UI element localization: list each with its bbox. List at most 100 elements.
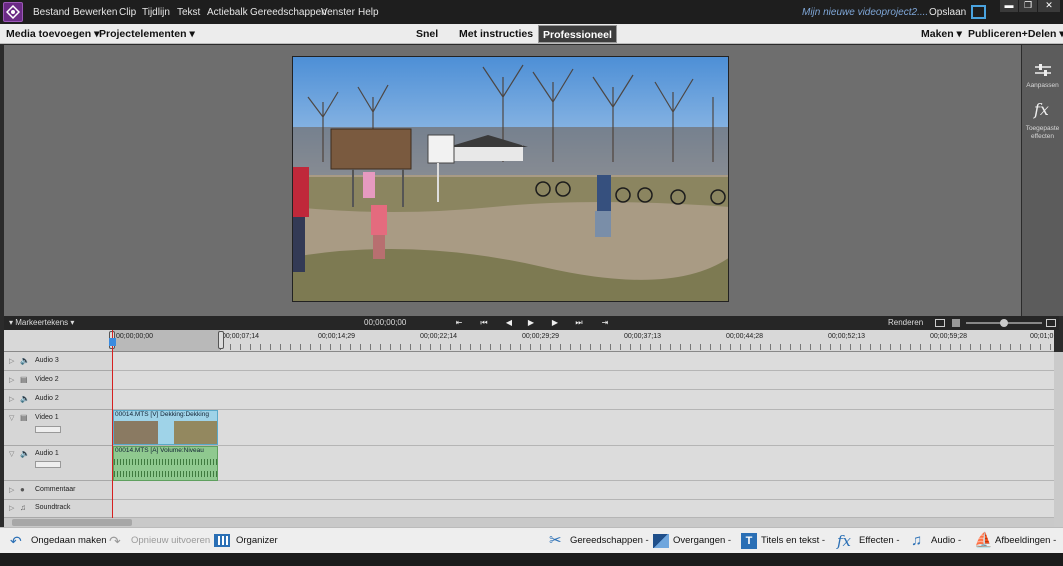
effects-label: Effecten bbox=[859, 535, 894, 546]
microphone-icon: ● bbox=[20, 485, 25, 494]
zoom-slider-handle[interactable] bbox=[1000, 319, 1008, 327]
mode-bar: Media toevoegen ▾ Projectelementen ▾ Sne… bbox=[0, 24, 1063, 44]
playhead[interactable] bbox=[112, 330, 113, 518]
zoom-out-icon[interactable] bbox=[952, 319, 960, 327]
effects-button[interactable]: Effecten - bbox=[859, 535, 900, 546]
track-header-audio-1[interactable]: ▽ 🔈 Audio 1 bbox=[4, 446, 112, 481]
track-video-1[interactable] bbox=[112, 410, 1054, 446]
organizer-icon[interactable] bbox=[214, 534, 230, 547]
track-name: Audio 1 bbox=[35, 450, 59, 457]
menu-file[interactable]: Bestand bbox=[33, 7, 70, 18]
markers-menu[interactable]: ▾ Markeertekens ▾ bbox=[9, 318, 74, 327]
expand-triangle-icon[interactable]: ▷ bbox=[9, 504, 14, 512]
keyframe-nav[interactable] bbox=[35, 426, 61, 433]
collapse-triangle-icon[interactable]: ▽ bbox=[9, 414, 14, 422]
track-header-video-2[interactable]: ▷ ▤ Video 2 bbox=[4, 371, 112, 390]
track-header-narration[interactable]: ▷ ● Commentaar bbox=[4, 481, 112, 500]
publish-share-menu[interactable]: Publiceren+Delen ▾ bbox=[968, 28, 1063, 40]
tab-quick[interactable]: Snel bbox=[416, 28, 438, 40]
fullscreen-icon[interactable] bbox=[971, 5, 986, 19]
transitions-button[interactable]: Overgangen - bbox=[673, 535, 731, 546]
track-video-2[interactable] bbox=[112, 371, 1054, 390]
track-audio-3[interactable] bbox=[112, 352, 1054, 371]
menu-text[interactable]: Tekst bbox=[177, 7, 200, 18]
expand-triangle-icon[interactable]: ▷ bbox=[9, 395, 14, 403]
minimize-button[interactable]: ▬ bbox=[1000, 0, 1018, 12]
track-audio-1[interactable] bbox=[112, 446, 1054, 481]
step-back-icon[interactable]: ◀ bbox=[503, 318, 515, 328]
tab-guided[interactable]: Met instructies bbox=[459, 28, 533, 40]
undo-button[interactable]: Ongedaan maken bbox=[31, 535, 107, 546]
undo-icon[interactable]: ↶ bbox=[10, 533, 26, 549]
track-narration[interactable] bbox=[112, 481, 1054, 500]
close-button[interactable]: ✕ bbox=[1038, 0, 1060, 12]
skip-back-icon[interactable]: ⏮ bbox=[478, 318, 490, 328]
graphics-button[interactable]: Afbeeldingen - bbox=[995, 535, 1056, 546]
scrollbar-thumb[interactable] bbox=[12, 519, 132, 526]
titles-icon[interactable]: T bbox=[741, 533, 757, 549]
menu-edit[interactable]: Bewerken bbox=[73, 7, 117, 18]
timeline-horizontal-scrollbar[interactable] bbox=[4, 518, 1054, 527]
create-menu[interactable]: Maken ▾ bbox=[921, 28, 962, 40]
graphics-icon[interactable]: ⛵ bbox=[974, 533, 993, 549]
save-button[interactable]: Opslaan bbox=[929, 7, 966, 18]
go-to-in-icon[interactable]: ⇤ bbox=[453, 318, 465, 328]
menu-help[interactable]: Help bbox=[358, 7, 379, 18]
timecode-display[interactable]: 00;00;00;00 bbox=[364, 318, 406, 327]
tools-icon[interactable]: ✂ bbox=[549, 533, 565, 549]
zoom-in-icon[interactable] bbox=[1046, 319, 1056, 327]
track-header-audio-3[interactable]: ▷ 🔈 Audio 3 bbox=[4, 352, 112, 371]
app-logo-icon[interactable] bbox=[3, 2, 23, 22]
tab-expert[interactable]: Professioneel bbox=[538, 25, 617, 43]
audio-icon[interactable]: ♫ bbox=[911, 533, 927, 549]
collapse-triangle-icon[interactable]: ▽ bbox=[9, 450, 14, 458]
expand-triangle-icon[interactable]: ▷ bbox=[9, 486, 14, 494]
dropdown-arrow-icon: ▾ bbox=[1059, 28, 1063, 40]
organizer-button[interactable]: Organizer bbox=[236, 535, 278, 546]
render-button[interactable]: Renderen bbox=[888, 318, 923, 327]
step-forward-icon[interactable]: ▶ bbox=[549, 318, 561, 328]
menu-tools[interactable]: Gereedschappen bbox=[250, 7, 327, 18]
fit-timeline-icon[interactable] bbox=[935, 319, 945, 327]
go-to-out-icon[interactable]: ⇥ bbox=[599, 318, 611, 328]
menu-action-bar[interactable]: Actiebalk bbox=[207, 7, 248, 18]
audio-button[interactable]: Audio - bbox=[931, 535, 961, 546]
add-media-label: Media toevoegen bbox=[6, 28, 92, 40]
ruler-label: 00;00;52;13 bbox=[828, 333, 865, 340]
track-audio-2[interactable] bbox=[112, 390, 1054, 410]
right-panel: Aanpassen fx Toegepaste effecten bbox=[1022, 45, 1063, 316]
film-icon: ▤ bbox=[20, 413, 28, 422]
playhead-handle[interactable] bbox=[109, 338, 116, 346]
titles-label: Titels en tekst bbox=[761, 535, 820, 546]
audio-label: Audio bbox=[931, 535, 956, 546]
add-media-menu[interactable]: Media toevoegen ▾ bbox=[6, 28, 99, 40]
menu-window[interactable]: Venster bbox=[321, 7, 355, 18]
fx-icon[interactable]: fx bbox=[1034, 100, 1049, 119]
titles-button[interactable]: Titels en tekst - bbox=[761, 535, 825, 546]
timeline-vertical-scrollbar[interactable] bbox=[1054, 352, 1063, 527]
keyframe-nav[interactable] bbox=[35, 461, 61, 468]
menu-timeline[interactable]: Tijdlijn bbox=[142, 7, 170, 18]
track-header-soundtrack[interactable]: ▷ ♫ Soundtrack bbox=[4, 500, 112, 518]
audio-clip[interactable]: 00014.MTS [A] Volume:Niveau bbox=[113, 446, 218, 481]
ruler-label: 00;00;22;14 bbox=[420, 333, 457, 340]
expand-triangle-icon[interactable]: ▷ bbox=[9, 376, 14, 384]
maximize-button[interactable]: ❐ bbox=[1019, 0, 1037, 12]
expand-triangle-icon[interactable]: ▷ bbox=[9, 357, 14, 365]
project-assets-menu[interactable]: Projectelementen ▾ bbox=[99, 28, 195, 40]
video-clip[interactable]: 00014.MTS [V] Dekking:Dekking bbox=[113, 410, 218, 445]
track-header-audio-2[interactable]: ▷ 🔈 Audio 2 bbox=[4, 390, 112, 410]
action-bar: ↶ Ongedaan maken ↷ Opnieuw uitvoeren Org… bbox=[0, 527, 1063, 553]
work-area-end-handle[interactable] bbox=[218, 331, 224, 349]
effects-icon[interactable]: fx bbox=[837, 533, 853, 549]
track-soundtrack[interactable] bbox=[112, 500, 1054, 518]
timeline-ruler[interactable]: 00;00;00;00 00;00;07;14 00;00;14;29 00;0… bbox=[4, 330, 1054, 352]
skip-forward-icon[interactable]: ⏭ bbox=[573, 318, 585, 328]
adjust-icon[interactable] bbox=[1035, 63, 1051, 76]
track-header-video-1[interactable]: ▽ ▤ Video 1 bbox=[4, 410, 112, 446]
menu-clip[interactable]: Clip bbox=[119, 7, 136, 18]
video-preview[interactable] bbox=[292, 56, 729, 302]
play-icon[interactable]: ▶ bbox=[525, 318, 537, 328]
transitions-icon[interactable] bbox=[653, 534, 669, 548]
tools-button[interactable]: Gereedschappen - bbox=[570, 535, 649, 546]
